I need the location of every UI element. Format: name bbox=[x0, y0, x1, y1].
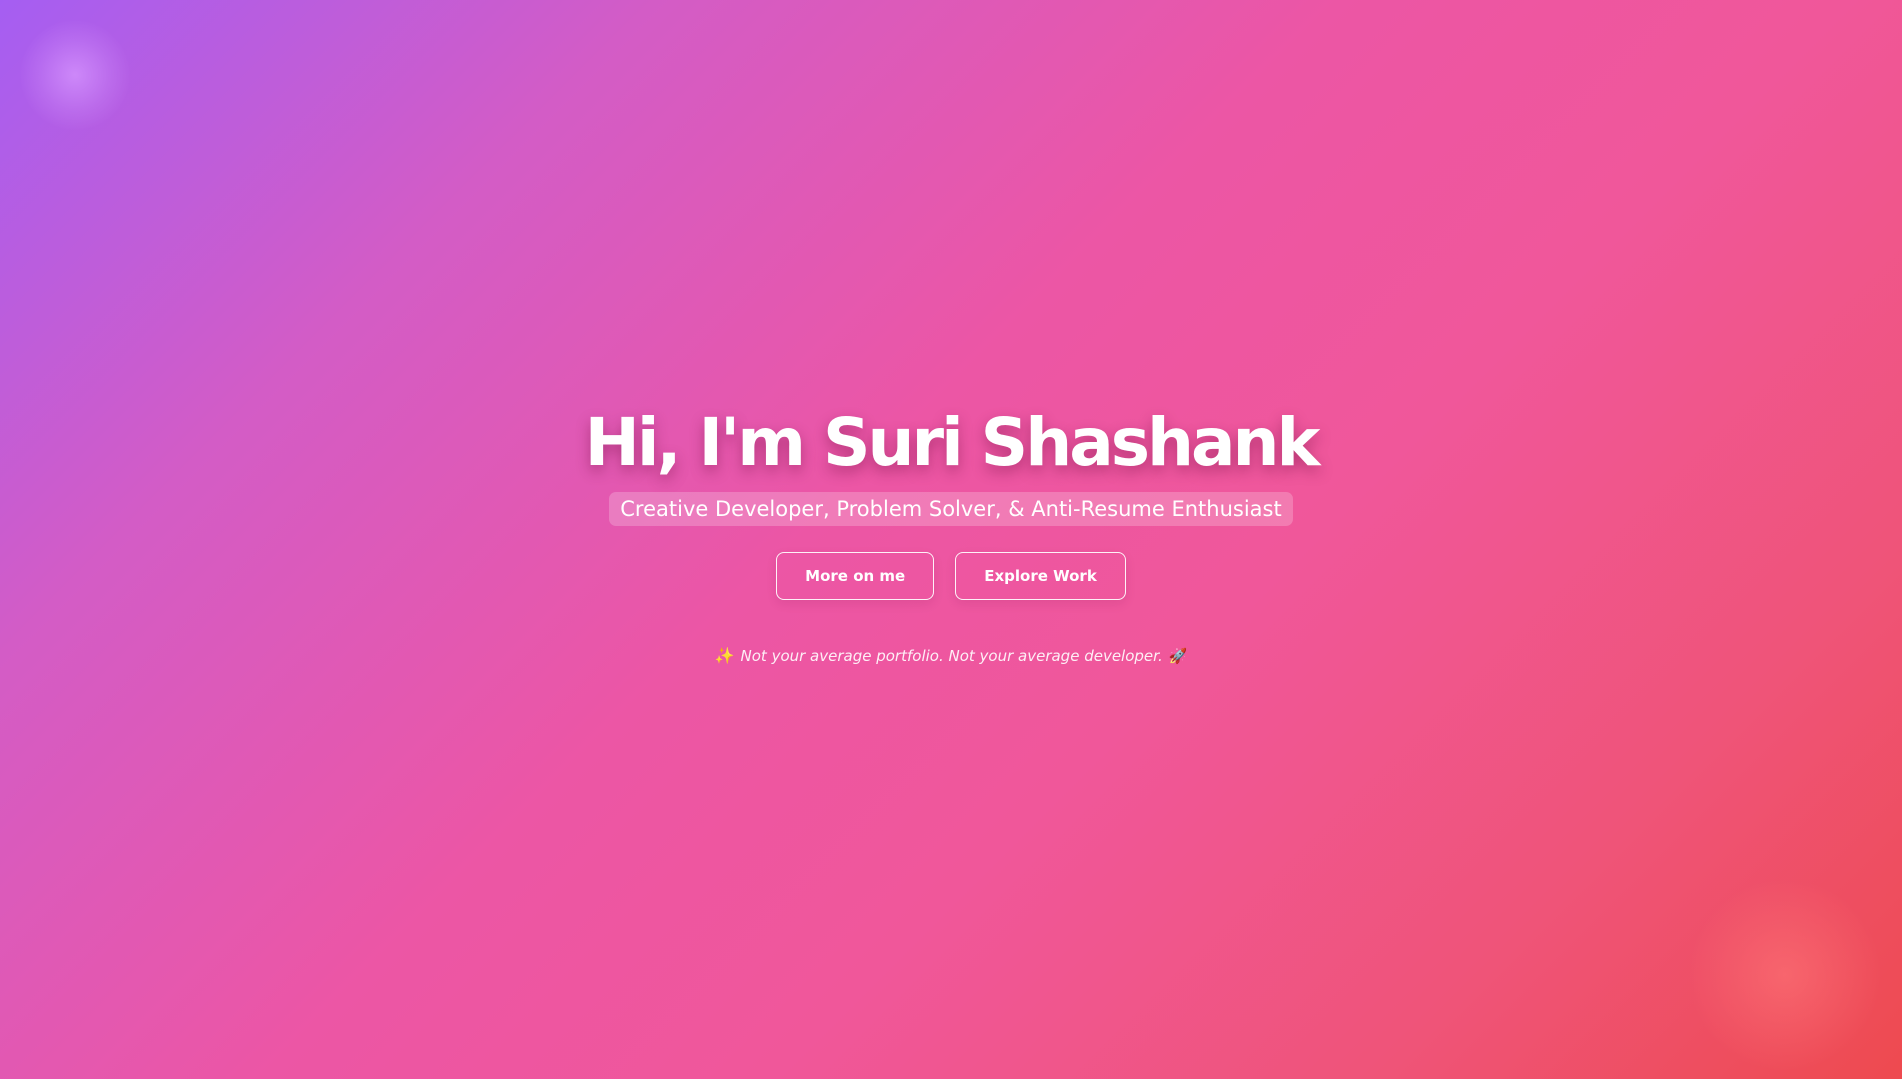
background-glow-bottom-right bbox=[1690, 880, 1880, 1070]
rocket-icon: 🚀 bbox=[1168, 646, 1188, 665]
hero-title: Hi, I'm Suri Shashank bbox=[584, 404, 1321, 481]
sparkle-icon: ✨ bbox=[714, 646, 735, 665]
tagline-text: Not your average portfolio. Not your ave… bbox=[740, 646, 1163, 665]
hero-actions: More on me Explore Work bbox=[776, 552, 1126, 600]
explore-work-button[interactable]: Explore Work bbox=[955, 552, 1126, 600]
hero-subtitle: Creative Developer, Problem Solver, & An… bbox=[609, 492, 1293, 526]
hero-section: Hi, I'm Suri Shashank Creative Developer… bbox=[0, 400, 1902, 665]
more-on-me-button[interactable]: More on me bbox=[776, 552, 935, 600]
background-glow-top-left bbox=[20, 20, 130, 130]
hero-tagline: ✨ Not your average portfolio. Not your a… bbox=[715, 646, 1188, 665]
